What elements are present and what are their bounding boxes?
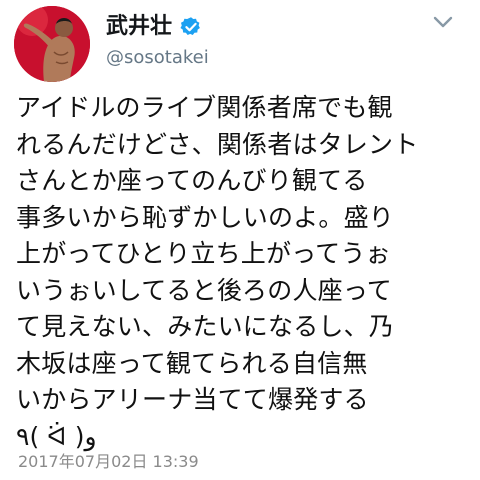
display-name[interactable]: 武井壮 bbox=[106, 12, 172, 42]
tweet-card: 武井壮 @sosotakei アイドルのライブ関係者席でも観 れるんだけどさ、関… bbox=[0, 0, 480, 480]
user-handle[interactable]: @sosotakei bbox=[106, 46, 209, 70]
chevron-down-icon[interactable] bbox=[432, 14, 454, 30]
avatar-image bbox=[14, 6, 90, 82]
author-row: 武井壮 bbox=[106, 12, 202, 42]
tweet-timestamp[interactable]: 2017年07月02日 13:39 bbox=[18, 452, 199, 472]
verified-badge-icon bbox=[180, 16, 202, 38]
tweet-text: アイドルのライブ関係者席でも観 れるんだけどさ、関係者はタレント さんとか座って… bbox=[16, 93, 419, 451]
avatar[interactable] bbox=[14, 6, 90, 82]
